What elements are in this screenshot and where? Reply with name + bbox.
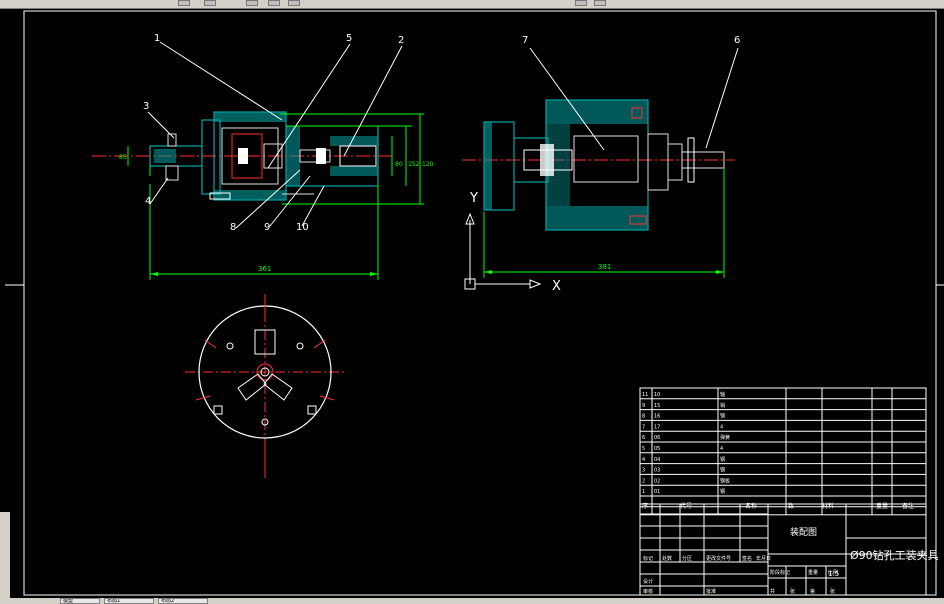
dim-height-c: 120 — [422, 161, 434, 168]
print-icon[interactable] — [204, 0, 216, 6]
parts-cell-name: 4 — [720, 446, 723, 452]
orbit-icon[interactable] — [288, 0, 300, 6]
dim-length-side: 381 — [598, 263, 611, 271]
parts-header-remark: 备注 — [902, 502, 914, 510]
parts-list-table: 11 10 轴 9 15 销 8 16 钢 7 17 4 6 06 弹簧 5 05 4 4 04 钢 3 03 钢 2 02 钢板 1… — [639, 387, 927, 516]
parts-cell-code: 05 — [654, 446, 660, 452]
tb-sign-design: 设计 — [643, 578, 653, 585]
tb-label-date: 年月日 — [756, 555, 771, 562]
parts-header-material: 材料 — [822, 502, 834, 510]
parts-cell-name: 4 — [720, 424, 723, 430]
parts-cell-code: 17 — [654, 424, 660, 430]
parts-header-qty: 数 — [788, 502, 794, 510]
help-icon[interactable] — [594, 0, 606, 6]
parts-cell-code: 16 — [654, 414, 660, 420]
front-section-view: 361 85 80 152 120 1 5 2 3 4 8 9 10 — [92, 33, 434, 280]
pan-icon[interactable] — [268, 0, 280, 6]
tb-sheet-unit: 张 — [790, 588, 795, 595]
parts-header-name: 名称 — [745, 502, 757, 510]
parts-cell-name: 钢 — [720, 488, 725, 495]
layer-icon[interactable] — [178, 0, 190, 6]
parts-cell-name: 钢 — [720, 467, 725, 474]
left-tool-palette[interactable] — [0, 512, 10, 600]
dim-height-a: 80 — [395, 161, 403, 168]
parts-cell-no: 3 — [642, 468, 645, 474]
drawing-name: 装配图 — [790, 526, 817, 538]
parts-cell-code: 06 — [654, 435, 660, 441]
leader-label-5: 5 — [346, 33, 352, 44]
parts-cell-no: 5 — [642, 446, 645, 452]
tb-stage-weight: 重量 — [808, 569, 818, 576]
title-block: 装配图 Ø90钻孔工装夹具 1:5 标记 处数 分区 更改文件号 签名 年月日 … — [639, 503, 939, 596]
tb-label-sign: 签名 — [742, 555, 752, 562]
dim-length-front: 361 — [258, 265, 271, 273]
parts-cell-code: 03 — [654, 468, 660, 474]
parts-cell-name: 轴 — [720, 391, 725, 398]
drawing-canvas[interactable]: 361 85 80 152 120 1 5 2 3 4 8 9 10 Y X 3… — [0, 8, 944, 600]
top-circular-view — [185, 294, 345, 478]
leader-label-7: 7 — [522, 35, 528, 46]
parts-cell-code: 04 — [654, 457, 660, 463]
leader-label-10: 10 — [296, 222, 309, 233]
dim-height-left: 85 — [119, 154, 127, 161]
parts-cell-code: 02 — [654, 478, 660, 484]
leader-label-8: 8 — [230, 222, 236, 233]
leader-label-6: 6 — [734, 35, 740, 46]
tb-stage-scale: 比例 — [828, 569, 838, 576]
parts-cell-no: 8 — [642, 414, 645, 420]
tb-label-mark: 标记 — [643, 555, 653, 562]
parts-cell-name: 弹簧 — [720, 434, 730, 441]
axis-x-label: X — [552, 279, 561, 294]
parts-cell-code: 10 — [654, 392, 660, 398]
parts-cell-no: 4 — [642, 457, 645, 463]
parts-cell-name: 钢 — [720, 456, 725, 463]
tb-label-change-doc: 更改文件号 — [706, 555, 731, 562]
parts-header-weight: 重量 — [876, 502, 888, 510]
leader-label-2: 2 — [398, 35, 404, 46]
parts-cell-no: 11 — [642, 392, 648, 398]
tb-label-zone: 分区 — [682, 555, 692, 562]
parts-cell-no: 9 — [642, 403, 645, 409]
axis-y-label: Y — [469, 191, 478, 206]
drawing-frame — [23, 10, 937, 596]
tab-model[interactable]: 模型 — [60, 598, 100, 604]
parts-cell-no: 2 — [642, 478, 645, 484]
tb-sign-review: 审核 — [643, 588, 653, 595]
tb-sheet-unit-2: 张 — [830, 588, 835, 595]
leader-label-3: 3 — [143, 101, 149, 112]
match-props-icon[interactable] — [575, 0, 587, 6]
dim-height-b: 152 — [408, 161, 420, 168]
parts-header-code: 代号 — [680, 502, 692, 510]
parts-header-no: 序 — [642, 502, 648, 510]
parts-cell-code: 01 — [654, 489, 660, 495]
parts-cell-name: 钢 — [720, 413, 725, 420]
leader-label-1: 1 — [154, 33, 160, 44]
leader-label-4: 4 — [145, 196, 151, 207]
side-section-view: Y X 381 7 6 — [462, 35, 740, 294]
tb-sheet-total: 共 — [770, 588, 775, 595]
parts-cell-no: 7 — [642, 424, 645, 430]
parts-cell-name: 销 — [720, 402, 725, 409]
parts-cell-name: 钢板 — [720, 477, 730, 484]
zoom-icon[interactable] — [246, 0, 258, 6]
tb-sheet-no: 第 — [810, 588, 815, 595]
parts-cell-no: 6 — [642, 435, 645, 441]
tb-label-count: 处数 — [662, 555, 672, 562]
tb-stage-mark: 阶段标记 — [770, 569, 790, 576]
leader-label-9: 9 — [264, 222, 270, 233]
tb-sign-approve: 批准 — [706, 588, 716, 595]
tab-layout-1[interactable]: 布局1 — [104, 598, 154, 604]
tab-layout-2[interactable]: 布局2 — [158, 598, 208, 604]
parts-cell-no: 1 — [642, 489, 645, 495]
parts-cell-code: 15 — [654, 403, 660, 409]
part-title: Ø90钻孔工装夹具 — [850, 548, 939, 562]
